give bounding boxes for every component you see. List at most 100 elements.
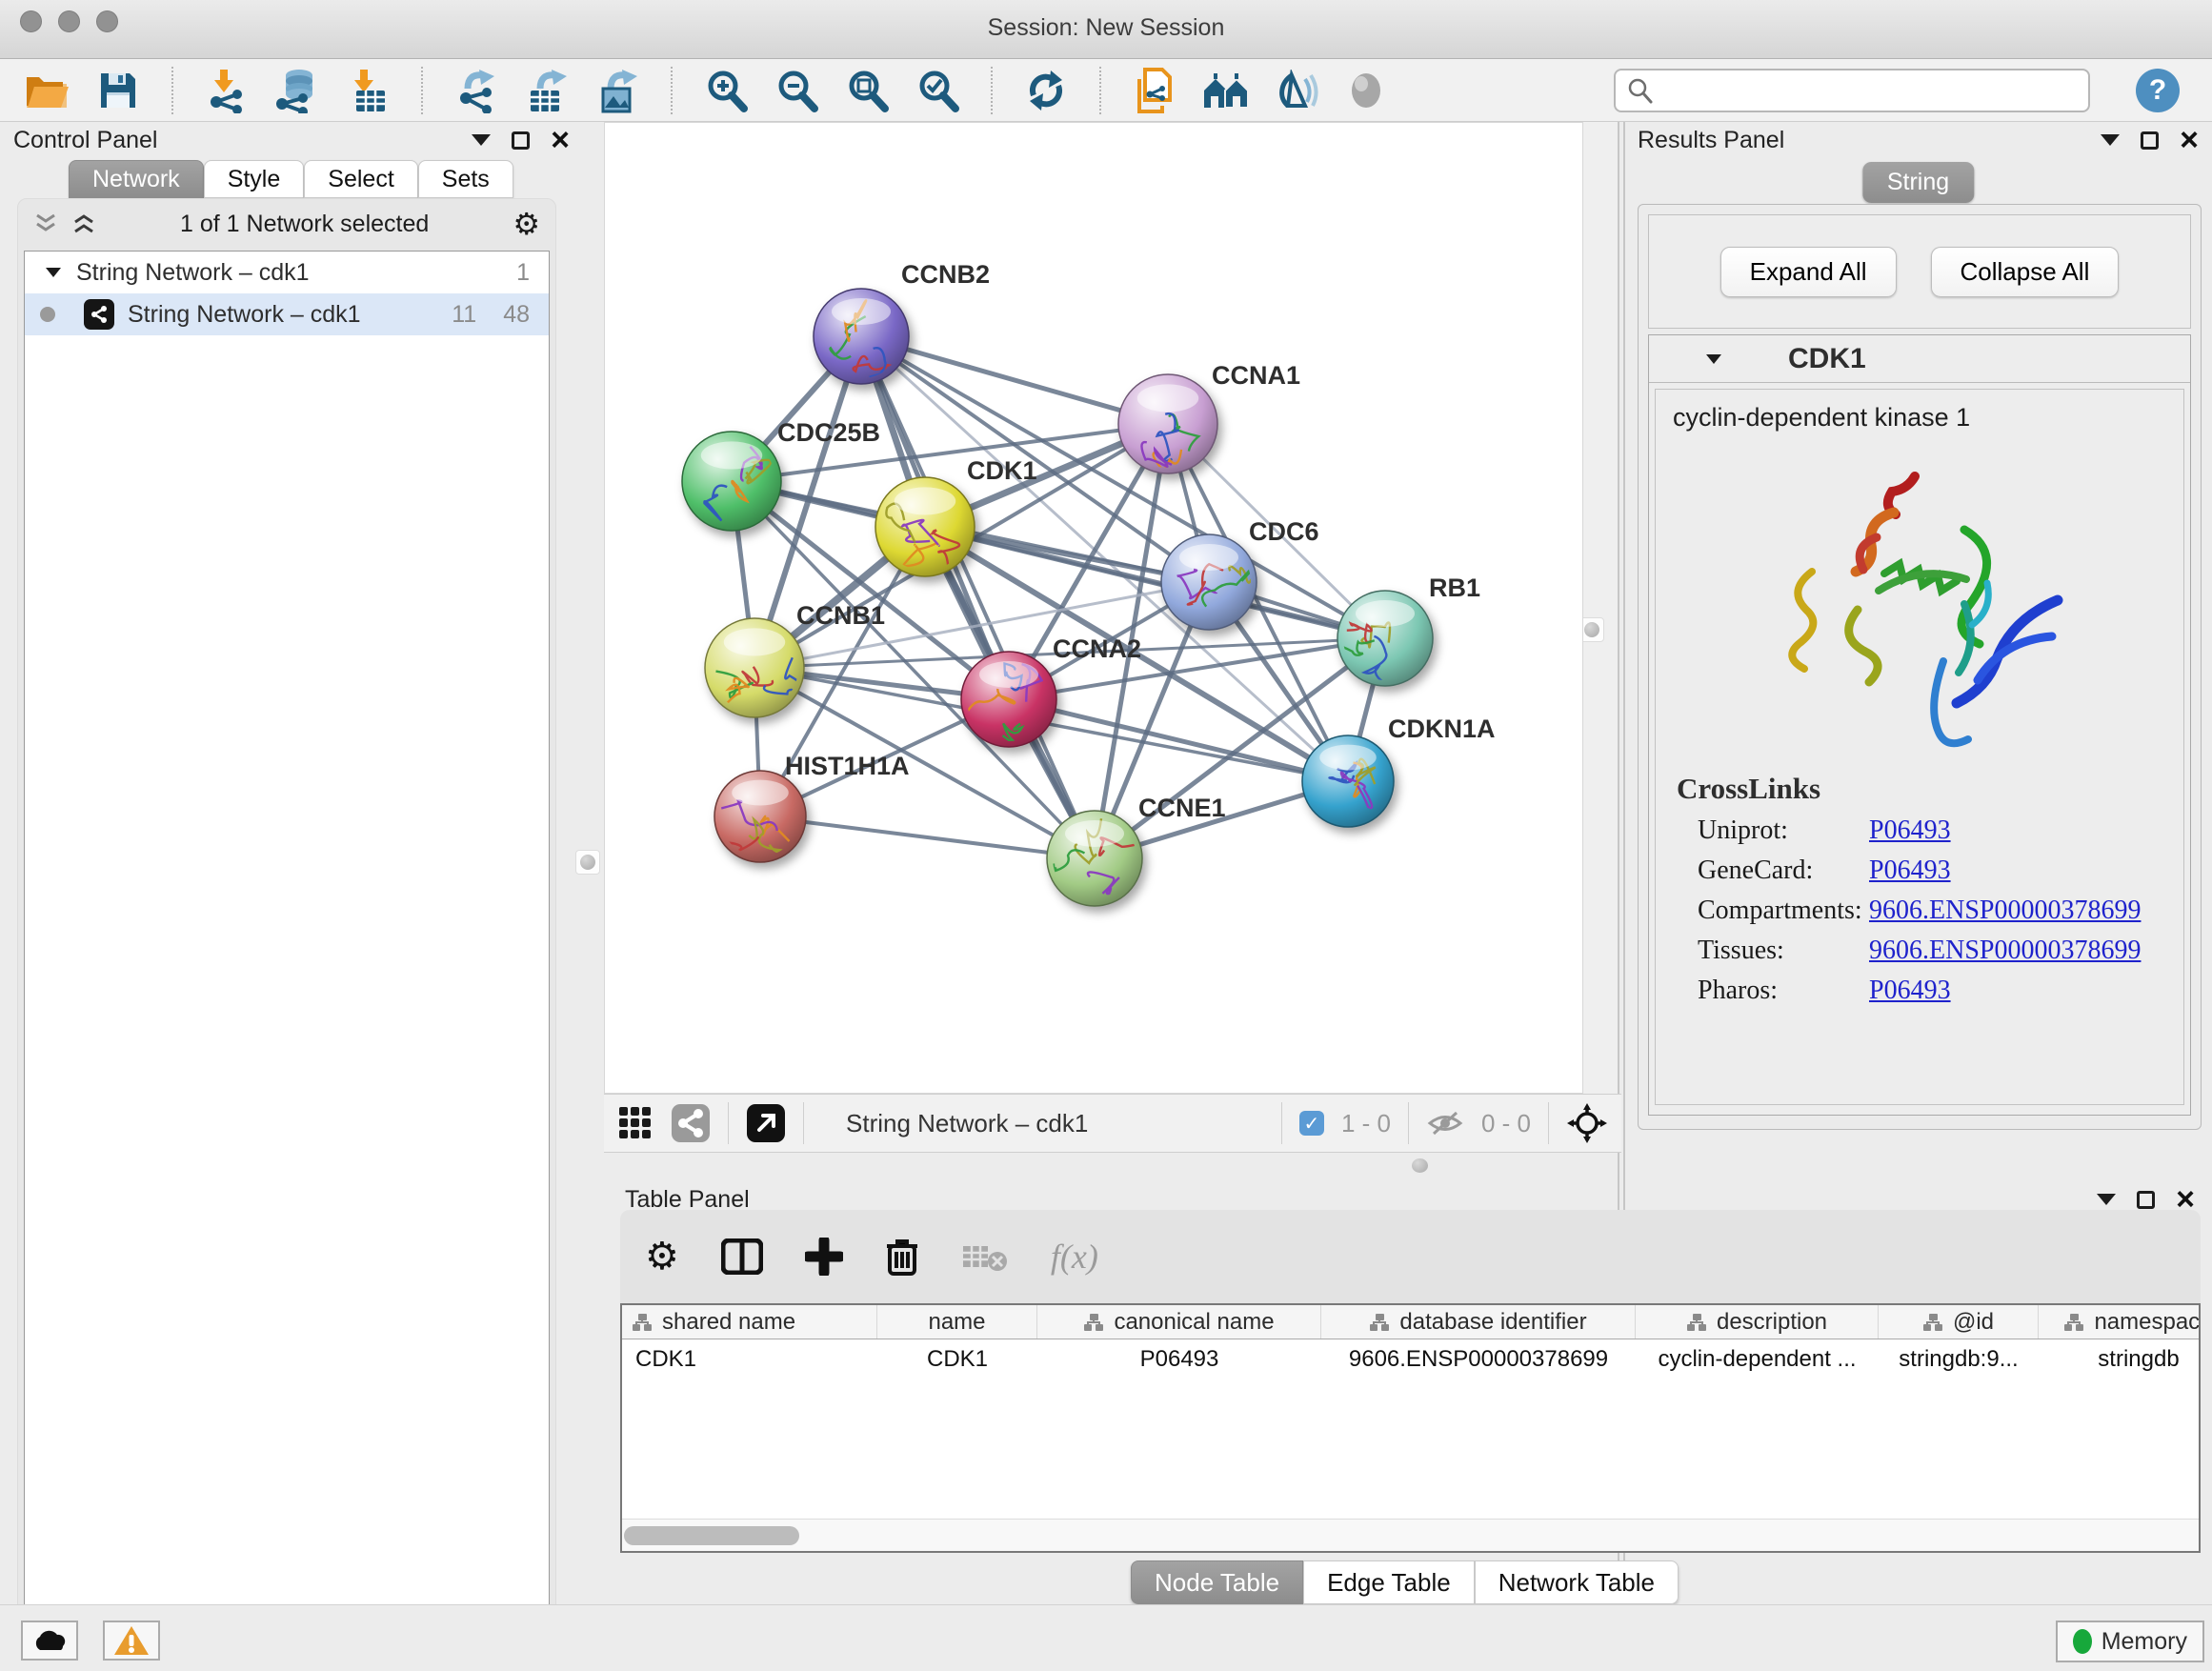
zoom-in-icon[interactable] [703,68,749,113]
clone-network-icon[interactable] [1132,68,1177,113]
column-header-shared-name[interactable]: shared name [622,1305,877,1339]
gene-symbol: CDK1 [1788,343,1866,375]
panel-menu-icon[interactable] [472,134,491,146]
panel-float-icon[interactable] [2137,1191,2155,1209]
network-options-gear-icon[interactable]: ⚙ [513,206,540,242]
import-network-file-icon[interactable] [204,68,250,113]
network-badge-icon[interactable] [671,1103,711,1143]
zoom-fit-icon[interactable] [844,68,890,113]
add-row-icon[interactable] [805,1238,843,1276]
panel-menu-icon[interactable] [2101,134,2120,146]
expand-all-networks-icon[interactable] [71,212,96,235]
open-session-icon[interactable] [25,68,70,113]
expand-all-button[interactable]: Expand All [1720,247,1897,297]
panel-close-icon[interactable]: × [2176,1190,2195,1209]
edge-HIST1H1A-CCNE1[interactable] [760,816,1095,858]
node-table[interactable]: shared namenamecanonical namedatabase id… [620,1303,2201,1553]
crosslink-pharos[interactable]: P06493 [1869,976,1951,1006]
node-CCNB1[interactable] [705,618,805,717]
entry-collapse-icon[interactable] [1706,354,1721,364]
home-panel-icon[interactable] [1202,68,1248,113]
birds-eye-crosshair-icon[interactable] [1566,1102,1608,1144]
cell-name[interactable]: CDK1 [877,1346,1037,1373]
network-collection-row[interactable]: String Network – cdk1 1 [25,252,549,293]
show-columns-icon[interactable] [721,1238,763,1275]
tab-network-table[interactable]: Network Table [1475,1560,1679,1604]
panel-menu-icon[interactable] [2097,1194,2116,1205]
network-canvas[interactable]: CCNB2CCNA1CDC25BCDK1CDC6RB1CCNB1CCNA2CDK… [604,122,1583,1094]
column-header--id[interactable]: @id [1879,1305,2039,1339]
tab-style[interactable]: Style [204,160,305,198]
tab-sets[interactable]: Sets [418,160,513,198]
node-RB1[interactable] [1331,591,1433,686]
grid-view-icon[interactable] [617,1105,654,1141]
memory-button[interactable]: Memory [2056,1621,2204,1662]
node-CCNA1[interactable] [1118,374,1217,480]
detach-view-icon[interactable] [746,1103,786,1143]
shared-column-icon [2063,1313,2084,1332]
import-network-database-icon[interactable] [274,68,320,113]
cell-namespace[interactable]: stringdb [2039,1346,2201,1373]
table-row[interactable]: CDK1CDK1P064939606.ENSP00000378699cyclin… [622,1339,2199,1379]
node-CCNA2[interactable] [961,652,1056,747]
cell-description[interactable]: cyclin-dependent ... [1636,1346,1879,1373]
cell-canonical-name[interactable]: P06493 [1037,1346,1321,1373]
collapse-all-button[interactable]: Collapse All [1931,247,2120,297]
search-box[interactable] [1614,69,2090,112]
node-CDC6[interactable] [1161,534,1261,630]
gene-entry-header[interactable]: CDK1 [1649,335,2190,383]
selected-items-checkbox[interactable]: ✓ [1299,1111,1324,1136]
node-label-CCNA1: CCNA1 [1212,361,1300,390]
node-CCNB2[interactable] [814,289,909,384]
cell-database-identifier[interactable]: 9606.ENSP00000378699 [1321,1346,1636,1373]
tab-node-table[interactable]: Node Table [1131,1560,1303,1604]
node-CDK1[interactable] [875,477,975,576]
crosslink-genecard[interactable]: P06493 [1869,856,1951,886]
crosslink-uniprot[interactable]: P06493 [1869,815,1951,846]
show-graphics-details-icon[interactable] [1343,68,1389,113]
import-table-file-icon[interactable] [345,68,391,113]
table-horizontal-scrollbar[interactable] [622,1519,2199,1551]
zoom-selected-icon[interactable] [915,68,960,113]
export-network-icon[interactable] [453,68,499,113]
search-input[interactable] [1654,77,2063,104]
panel-close-icon[interactable]: × [551,131,570,150]
cell-shared-name[interactable]: CDK1 [622,1346,877,1373]
tab-string[interactable]: String [1862,162,1974,203]
export-image-icon[interactable] [594,68,640,113]
tab-network[interactable]: Network [69,160,204,198]
collapse-all-networks-icon[interactable] [33,212,58,235]
table-options-gear-icon[interactable]: ⚙ [645,1235,679,1278]
help-icon[interactable]: ? [2136,69,2180,112]
panel-float-icon[interactable] [512,131,530,150]
node-HIST1H1A[interactable] [710,771,806,862]
panel-close-icon[interactable]: × [2180,131,2199,150]
export-table-icon[interactable] [524,68,570,113]
column-header-name[interactable]: name [877,1305,1037,1339]
zoom-out-icon[interactable] [774,68,819,113]
collection-expand-icon[interactable] [46,268,61,277]
warning-button[interactable] [103,1621,160,1661]
node-CDC25B[interactable] [682,432,781,531]
column-header-canonical-name[interactable]: canonical name [1037,1305,1321,1339]
crosslink-tissues[interactable]: 9606.ENSP00000378699 [1869,936,2141,966]
column-header-database-identifier[interactable]: database identifier [1321,1305,1636,1339]
string-network-graph[interactable]: CCNB2CCNA1CDC25BCDK1CDC6RB1CCNB1CCNA2CDK… [605,123,1584,1095]
network-row-selected[interactable]: String Network – cdk1 11 48 [25,293,549,335]
refresh-view-icon[interactable] [1023,68,1069,113]
save-session-icon[interactable] [95,68,141,113]
column-header-namespace[interactable]: namespace [2039,1305,2201,1339]
hide-graphics-details-icon[interactable] [1273,68,1318,113]
crosslink-compartments[interactable]: 9606.ENSP00000378699 [1869,896,2141,926]
node-CDKN1A[interactable] [1302,735,1394,827]
panel-float-icon[interactable] [2141,131,2159,150]
node-layer[interactable] [682,289,1433,906]
cell--id[interactable]: stringdb:9... [1879,1346,2039,1373]
delete-row-icon[interactable] [885,1237,919,1277]
scrollbar-thumb[interactable] [624,1526,799,1545]
tab-edge-table[interactable]: Edge Table [1303,1560,1475,1604]
cloud-button[interactable] [21,1621,78,1661]
left-splitter-handle[interactable] [575,850,600,875]
column-header-description[interactable]: description [1636,1305,1879,1339]
tab-select[interactable]: Select [304,160,417,198]
